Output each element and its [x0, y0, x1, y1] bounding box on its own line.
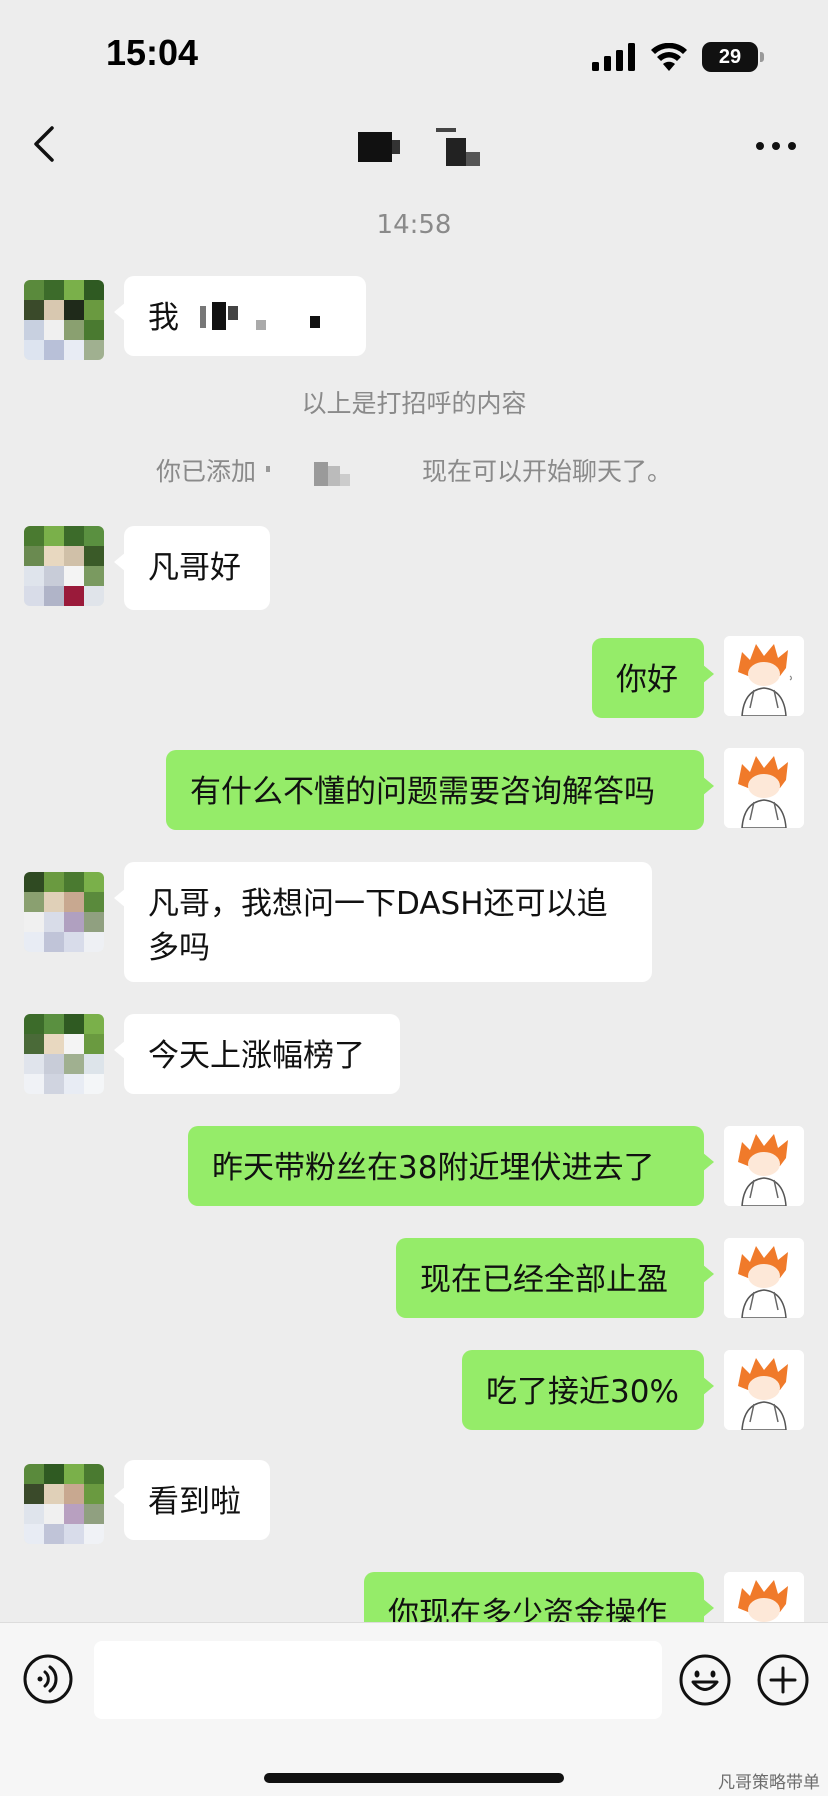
message-bubble[interactable]: 现在已经全部止盈: [396, 1238, 714, 1318]
message-bubble[interactable]: 凡哥，我想问一下DASH还可以追多吗: [114, 862, 652, 982]
user-avatar[interactable]: [724, 748, 804, 828]
message-text: 现在已经全部止盈: [420, 1262, 668, 1298]
contact-avatar[interactable]: [24, 526, 104, 606]
added-notice: 你已添加 现在可以开始聊天了。: [0, 452, 828, 488]
added-notice-prefix: 你已添加: [156, 457, 257, 486]
message-bubble[interactable]: 吃了接近30%: [462, 1350, 714, 1430]
contact-avatar[interactable]: [24, 280, 104, 360]
battery-level: 29: [718, 45, 742, 68]
message-text: 吃了接近30%: [486, 1374, 679, 1410]
voice-button[interactable]: [22, 1653, 74, 1705]
message-bubble[interactable]: 你好: [592, 638, 714, 718]
greeting-bubble[interactable]: 我: [114, 276, 366, 356]
chat-timestamp: 14:58: [376, 210, 452, 240]
emoji-icon: [679, 1654, 731, 1706]
message-text: 今天上涨幅榜了: [148, 1038, 365, 1074]
redaction: [264, 460, 414, 486]
chat-header: [0, 100, 828, 190]
contact-avatar[interactable]: [24, 872, 104, 952]
watermark: 凡哥策略带单: [718, 1768, 820, 1793]
emoji-button[interactable]: [678, 1653, 732, 1707]
redaction: [200, 306, 206, 328]
message-bubble[interactable]: 昨天带粉丝在38附近埋伏进去了: [188, 1126, 714, 1206]
input-bar: [0, 1622, 828, 1796]
home-indicator[interactable]: [264, 1773, 564, 1783]
message-text: 凡哥，我想问一下DASH还可以追多吗: [148, 886, 608, 966]
added-notice-suffix: 现在可以开始聊天了。: [421, 457, 672, 486]
watermark-text: 凡哥策略带单: [718, 1773, 820, 1793]
message-text: 昨天带粉丝在38附近埋伏进去了: [212, 1150, 655, 1186]
message-text: 你好: [616, 662, 678, 698]
user-avatar[interactable]: [724, 1126, 804, 1206]
status-bar: 15:04 29: [0, 0, 828, 100]
user-avatar[interactable]: [724, 1238, 804, 1318]
message-bubble[interactable]: 看到啦: [114, 1460, 270, 1540]
plus-icon: [757, 1654, 809, 1706]
message-text: 有什么不懂的问题需要咨询解答吗: [190, 774, 655, 810]
battery-icon: 29: [702, 42, 764, 72]
more-horizontal-icon: [756, 142, 796, 150]
plus-button[interactable]: [756, 1653, 810, 1707]
chat-screen: 15:04 29 14:58 我 以上是打招呼的内容 你已添加 现在可以开始聊天…: [0, 0, 828, 1796]
user-avatar[interactable]: [724, 636, 804, 716]
message-bubble[interactable]: 有什么不懂的问题需要咨询解答吗: [166, 750, 714, 830]
user-avatar[interactable]: [724, 1350, 804, 1430]
message-text: 凡哥好: [148, 550, 241, 586]
message-bubble[interactable]: 凡哥好: [114, 526, 270, 610]
back-button[interactable]: [22, 122, 66, 166]
voice-icon: [23, 1654, 73, 1704]
greeting-text: 我: [148, 300, 179, 336]
greeting-notice: 以上是打招呼的内容: [301, 389, 527, 418]
wifi-icon: [651, 43, 687, 71]
status-icons: 29: [592, 40, 764, 74]
chevron-left-icon: [34, 126, 54, 162]
message-text: 看到啦: [148, 1484, 241, 1520]
message-input[interactable]: [94, 1641, 662, 1719]
contact-name-redacted: [358, 128, 494, 168]
message-bubble[interactable]: 今天上涨幅榜了: [114, 1014, 400, 1094]
contact-avatar[interactable]: [24, 1014, 104, 1094]
cellular-signal-icon: [592, 43, 635, 71]
contact-avatar[interactable]: [24, 1464, 104, 1544]
status-time: 15:04: [106, 32, 199, 73]
more-button[interactable]: [750, 124, 802, 168]
